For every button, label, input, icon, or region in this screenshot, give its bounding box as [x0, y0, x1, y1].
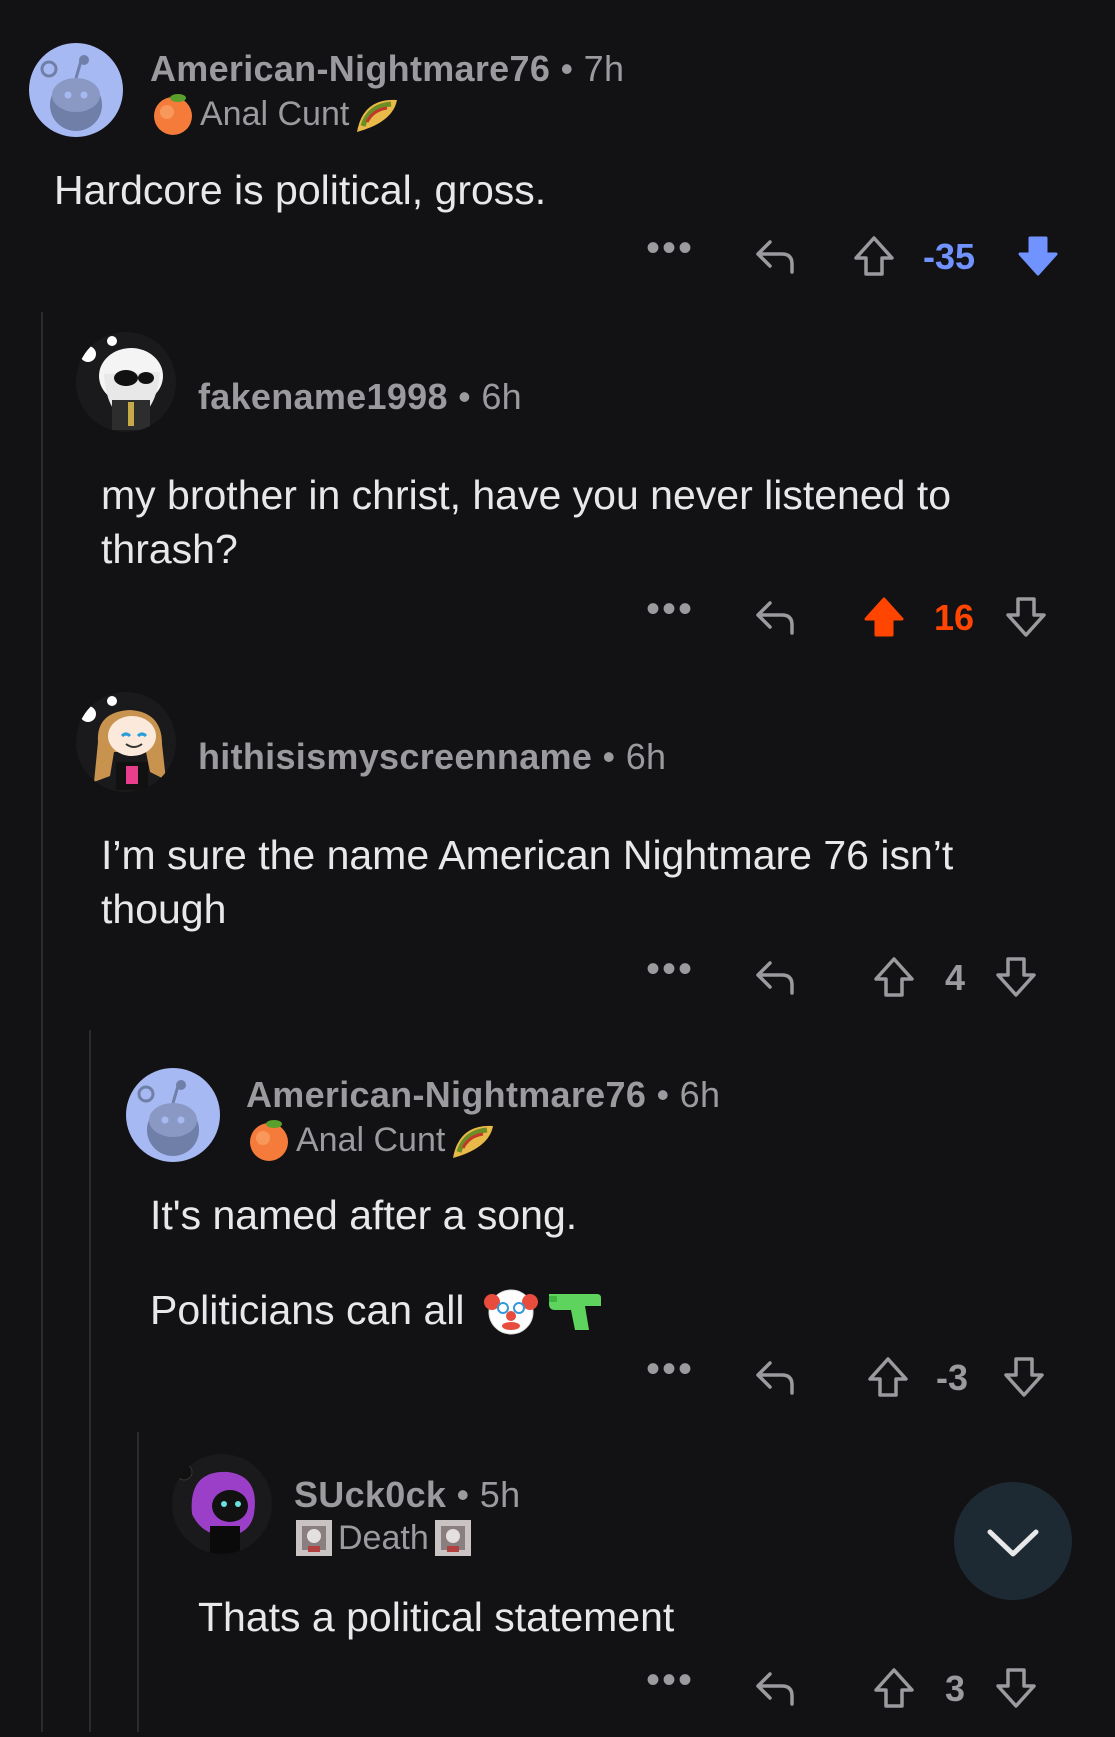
- downvote-icon[interactable]: [1002, 1355, 1046, 1399]
- downvote-icon[interactable]: [994, 1666, 1038, 1710]
- more-options-button[interactable]: •••: [646, 587, 694, 632]
- reply-icon[interactable]: [752, 597, 798, 637]
- reply-icon[interactable]: [752, 1668, 798, 1708]
- comment-age: 6h: [679, 1074, 721, 1115]
- chevron-down-icon: [987, 1529, 1039, 1557]
- upvote-icon[interactable]: [872, 955, 916, 999]
- reply-icon[interactable]: [752, 957, 798, 997]
- comment: fakename1998 • 6h my brother in christ, …: [0, 320, 1115, 660]
- username[interactable]: SUck0ck • 5h: [294, 1474, 520, 1516]
- more-options-button[interactable]: •••: [646, 1347, 694, 1392]
- upvote-icon[interactable]: [866, 1355, 910, 1399]
- comment-actions: ••• -35: [640, 226, 1070, 282]
- downvote-icon[interactable]: [1004, 595, 1048, 639]
- comment-age: 5h: [479, 1474, 521, 1515]
- username[interactable]: American-Nightmare76 • 7h: [150, 48, 624, 90]
- water-pistol-emoji: [548, 1294, 601, 1330]
- peach-emoji: [154, 94, 192, 135]
- taco-emoji: [453, 1125, 494, 1158]
- comment-body: I’m sure the name American Nightmare 76 …: [101, 832, 954, 932]
- death-flair-icon-left: [296, 1520, 332, 1556]
- clown-emoji: [483, 1289, 538, 1335]
- user-flair: Death: [294, 1518, 473, 1558]
- more-options-button[interactable]: •••: [646, 947, 694, 992]
- avatar[interactable]: [172, 1454, 272, 1554]
- avatar[interactable]: [126, 1068, 220, 1162]
- comment-actions: ••• 4: [640, 947, 1070, 1003]
- comment: American-Nightmare76 • 6h Anal Cunt It's…: [0, 1040, 1115, 1430]
- comment-body: Thats a political statement: [198, 1594, 675, 1640]
- username[interactable]: American-Nightmare76 • 6h: [246, 1074, 720, 1116]
- user-flair: Anal Cunt: [246, 1118, 497, 1162]
- comment: hithisismyscreenname • 6h I’m sure the n…: [0, 680, 1115, 1020]
- comment-body: my brother in christ, have you never lis…: [101, 472, 952, 572]
- downvote-icon[interactable]: [994, 955, 1038, 999]
- avatar[interactable]: [76, 692, 176, 792]
- downvote-icon[interactable]: [1016, 234, 1060, 278]
- avatar[interactable]: [76, 332, 176, 432]
- comment-age: 6h: [625, 736, 667, 777]
- comment: American-Nightmare76 • 7h Anal Cunt Hard…: [0, 0, 1115, 300]
- comment-actions: ••• -3: [640, 1347, 1070, 1403]
- reply-icon[interactable]: [752, 236, 798, 276]
- comment-age: 7h: [583, 48, 625, 89]
- comment-age: 6h: [481, 376, 522, 417]
- user-flair: Anal Cunt: [150, 92, 401, 136]
- comment-actions: ••• 3: [640, 1658, 1070, 1714]
- scroll-down-button[interactable]: [954, 1482, 1072, 1600]
- vote-score: -3: [936, 1357, 969, 1398]
- reply-icon[interactable]: [752, 1357, 798, 1397]
- taco-emoji: [357, 99, 398, 132]
- vote-score: 3: [945, 1668, 966, 1709]
- username[interactable]: hithisismyscreenname • 6h: [198, 736, 666, 778]
- username[interactable]: fakename1998 • 6h: [198, 376, 522, 418]
- comment-body: It's named after a song. Politicians can…: [150, 1188, 1090, 1338]
- comment-body: Hardcore is political, gross.: [54, 167, 547, 213]
- peach-emoji: [250, 1120, 288, 1161]
- avatar[interactable]: [29, 43, 123, 137]
- upvote-icon[interactable]: [852, 234, 896, 278]
- upvote-icon[interactable]: [862, 595, 906, 639]
- death-flair-icon-right: [434, 1520, 471, 1556]
- vote-score: 4: [945, 957, 966, 998]
- more-options-button[interactable]: •••: [646, 1658, 694, 1703]
- upvote-icon[interactable]: [872, 1666, 916, 1710]
- more-options-button[interactable]: •••: [646, 226, 694, 271]
- vote-score: -35: [923, 236, 976, 277]
- comment: SUck0ck • 5h Death Thats a political sta…: [0, 1440, 1115, 1737]
- comment-actions: ••• 16: [640, 587, 1070, 643]
- vote-score: 16: [934, 597, 975, 638]
